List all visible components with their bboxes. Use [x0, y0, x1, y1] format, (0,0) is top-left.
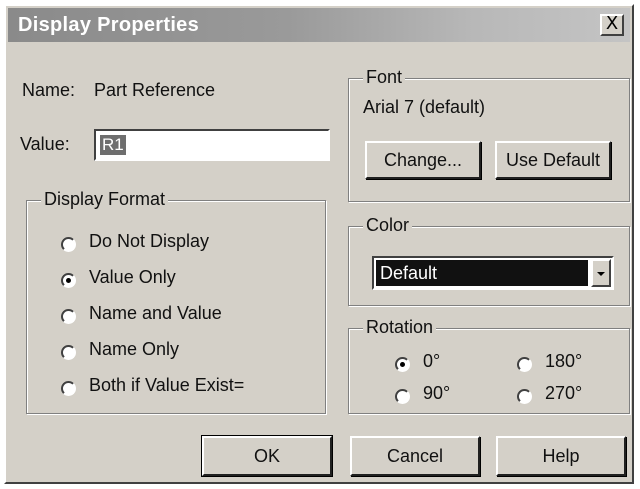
value-input[interactable]: R1 — [94, 129, 330, 161]
dialog-title: Display Properties — [18, 14, 200, 36]
display-properties-dialog: Display Properties X Name: Part Referenc… — [4, 4, 634, 484]
title-bar[interactable]: Display Properties X — [8, 8, 630, 42]
dropdown-arrow-button[interactable] — [591, 259, 611, 287]
radio-label: Name Only — [89, 339, 180, 359]
font-group: Font Arial 7 (default) Change... Use Def… — [348, 67, 630, 202]
radio-button-selected[interactable] — [61, 273, 76, 288]
name-value: Part Reference — [94, 80, 216, 100]
radio-label: Both if Value Exist= — [89, 375, 245, 395]
radio-label: 90° — [423, 383, 451, 403]
value-input-text: R1 — [100, 135, 126, 155]
rotation-legend: Rotation — [363, 317, 437, 338]
change-font-button[interactable]: Change... — [365, 141, 481, 179]
radio-label: 270° — [545, 383, 583, 403]
current-font-value: Arial 7 (default) — [363, 97, 486, 117]
value-label: Value: — [20, 134, 70, 154]
radio-label: Value Only — [89, 267, 176, 287]
ok-button[interactable]: OK — [201, 435, 333, 477]
radio-button[interactable] — [61, 237, 76, 252]
font-legend: Font — [363, 67, 406, 88]
radio-label: Do Not Display — [89, 231, 210, 251]
radio-button[interactable] — [61, 381, 76, 396]
radio-label: 0° — [423, 351, 441, 371]
rotation-group: Rotation 0° 180° 90° 270° — [348, 317, 630, 414]
radio-button-selected[interactable] — [395, 357, 410, 372]
radio-button[interactable] — [61, 309, 76, 324]
use-default-font-button[interactable]: Use Default — [495, 141, 611, 179]
chevron-down-icon — [597, 272, 605, 276]
radio-button[interactable] — [517, 357, 532, 372]
cancel-button[interactable]: Cancel — [350, 436, 480, 476]
radio-button[interactable] — [395, 389, 410, 404]
close-icon: X — [605, 13, 619, 34]
radio-label: Name and Value — [89, 303, 222, 323]
help-button[interactable]: Help — [496, 436, 626, 476]
radio-label: 180° — [545, 351, 583, 371]
radio-button[interactable] — [517, 389, 532, 404]
name-label: Name: — [22, 80, 76, 100]
close-button[interactable]: X — [600, 14, 624, 36]
display-format-group: Display Format Do Not Display Value Only… — [26, 189, 326, 414]
display-format-legend: Display Format — [41, 189, 169, 210]
color-dropdown-value: Default — [376, 260, 588, 286]
radio-dot-icon — [66, 278, 71, 283]
color-dropdown[interactable]: Default — [372, 256, 614, 290]
radio-dot-icon — [400, 362, 405, 367]
color-legend: Color — [363, 215, 413, 236]
radio-button[interactable] — [61, 345, 76, 360]
